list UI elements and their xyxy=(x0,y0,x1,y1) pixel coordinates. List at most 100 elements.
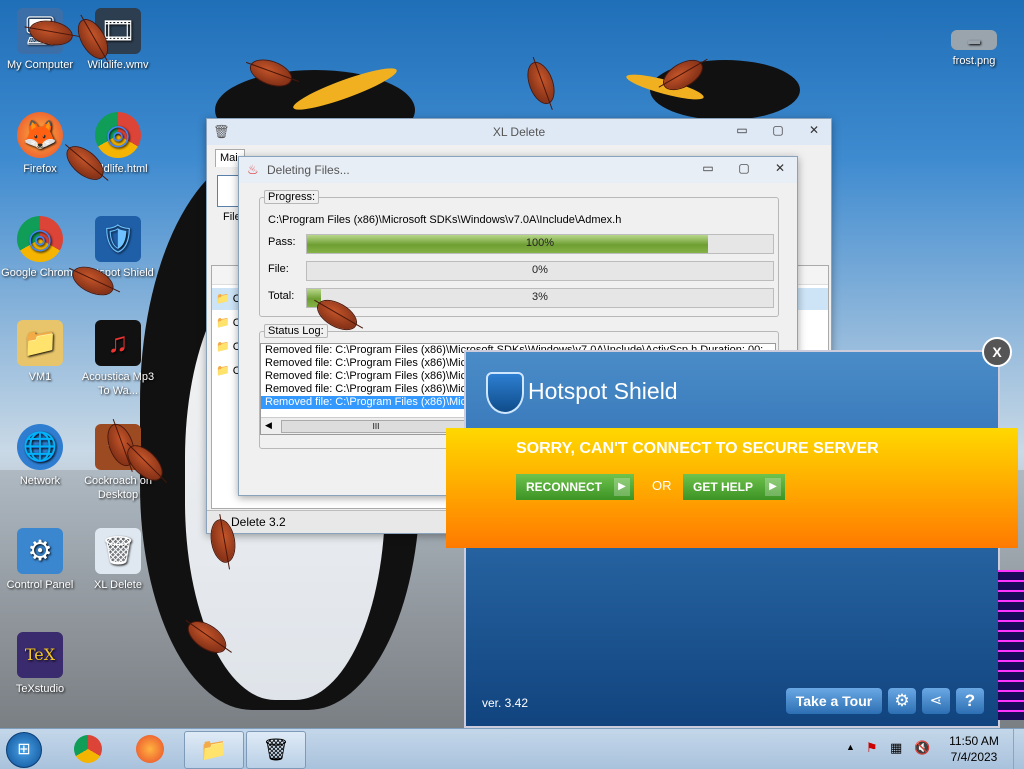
desktop-icon-firefox[interactable]: 🦊 Firefox xyxy=(0,112,80,176)
image-file-icon: ▬ xyxy=(951,30,997,50)
play-arrow-icon: ▶ xyxy=(765,478,781,496)
taskbar-explorer[interactable]: 📁 xyxy=(184,731,244,769)
play-arrow-icon: ▶ xyxy=(614,478,630,496)
popup-close-icon[interactable]: X xyxy=(982,337,1012,367)
network-tray-icon[interactable]: ▦ xyxy=(890,740,902,756)
folder-icon: 📁 xyxy=(17,320,63,366)
reconnect-label: RECONNECT xyxy=(526,480,603,494)
maximize-icon[interactable]: ▢ xyxy=(733,161,755,175)
minimize-icon[interactable]: ▭ xyxy=(731,123,753,137)
list-item[interactable]: 📁 C xyxy=(216,340,241,353)
get-help-button[interactable]: GET HELP ▶ xyxy=(683,474,785,500)
close-icon[interactable]: ✕ xyxy=(803,123,825,137)
current-path: C:\Program Files (x86)\Microsoft SDKs\Wi… xyxy=(268,214,622,226)
dialog-titlebar[interactable]: ♨ Deleting Files... ▭ ▢ ✕ xyxy=(239,157,797,183)
network-icon: 🌐 xyxy=(17,424,63,470)
get-help-label: GET HELP xyxy=(693,480,754,494)
status-text: Delete 3.2 xyxy=(231,515,286,529)
xl-delete-titlebar[interactable]: 🗑 XL Delete ▭ ▢ ✕ xyxy=(207,119,831,145)
folder-icon: 📁 xyxy=(216,293,230,305)
file-progress-bar: 0% xyxy=(306,261,774,281)
close-icon[interactable]: ✕ xyxy=(769,161,791,175)
chrome-icon: ◎ xyxy=(17,216,63,262)
pass-progress-bar: 100% xyxy=(306,234,774,254)
folder-icon: 📁 xyxy=(216,317,230,329)
or-text: OR xyxy=(652,478,672,493)
scroll-thumb[interactable]: III xyxy=(281,420,467,433)
desktop-icon-label: Cockroach on Desktop xyxy=(84,475,152,501)
progress-group: Progress: C:\Program Files (x86)\Microso… xyxy=(259,190,779,317)
audio-app-icon: ♫ xyxy=(95,320,141,366)
progress-legend: Progress: xyxy=(264,190,320,204)
chrome-icon xyxy=(74,735,102,763)
desktop-icon-label: Acoustica Mp3 To Wa... xyxy=(81,371,155,397)
taskbar-firefox[interactable] xyxy=(124,731,176,767)
desktop-icon-frost[interactable]: ▬ frost.png xyxy=(934,30,1014,68)
desktop-icon-vm1[interactable]: 📁 VM1 xyxy=(0,320,80,384)
share-icon[interactable]: ⋖ xyxy=(922,688,950,714)
clock-date: 7/4/2023 xyxy=(950,750,998,764)
list-item[interactable]: 📁 C xyxy=(216,316,241,329)
desktop-icon-control-panel[interactable]: ⚙ Control Panel xyxy=(0,528,80,592)
scroll-left-icon[interactable]: ◀ xyxy=(265,419,272,432)
xl-delete-icon: 🗑 xyxy=(262,737,290,762)
folder-icon: 📁 xyxy=(200,737,228,762)
desktop-icon-label: Firefox xyxy=(23,163,57,175)
desktop-icon-label: VM1 xyxy=(28,371,52,383)
total-label: Total: xyxy=(268,290,295,302)
error-message: SORRY, CAN'T CONNECT TO SECURE SERVER xyxy=(516,440,879,457)
desktop-icon-network[interactable]: 🌐 Network xyxy=(0,424,80,488)
taskbar-chrome[interactable] xyxy=(62,731,114,767)
taskbar-xl-delete[interactable]: 🗑 xyxy=(246,731,306,769)
xl-delete-icon: 🗑 xyxy=(95,528,141,574)
help-icon[interactable]: ? xyxy=(956,688,984,714)
hotspot-header: Hotspot Shield xyxy=(466,352,998,430)
pass-label: Pass: xyxy=(268,236,296,248)
desktop: 🖥 My Computer 🎞 Wildlife.wmv 🦊 Firefox ◎… xyxy=(0,0,1024,728)
brand-name: Hotspot Shield xyxy=(528,378,678,404)
show-desktop-button[interactable] xyxy=(1013,729,1024,769)
desktop-icon-label: frost.png xyxy=(952,55,996,67)
firefox-icon xyxy=(136,735,164,763)
desktop-icon-texstudio[interactable]: TeX TeXstudio xyxy=(0,632,80,696)
clock-time: 11:50 AM xyxy=(949,734,999,748)
shield-icon: 🛡 xyxy=(95,216,141,262)
reconnect-button[interactable]: RECONNECT ▶ xyxy=(516,474,634,500)
error-banner: SORRY, CAN'T CONNECT TO SECURE SERVER RE… xyxy=(446,428,1018,548)
cockroach-sprite xyxy=(523,59,559,107)
shield-logo-icon xyxy=(486,372,524,414)
desktop-icon-label: Wildlife.wmv xyxy=(87,59,149,71)
minimize-icon[interactable]: ▭ xyxy=(697,161,719,175)
flame-icon: ♨ xyxy=(247,162,259,177)
status-log-legend: Status Log: xyxy=(264,324,328,338)
folder-icon: 📁 xyxy=(216,365,230,377)
action-center-icon[interactable]: ⚑ xyxy=(866,740,878,756)
folder-icon: 📁 xyxy=(216,341,230,353)
file-progress-text: 0% xyxy=(532,264,548,276)
desktop-icon-label: XL Delete xyxy=(94,579,142,591)
desktop-icon-label: My Computer xyxy=(6,59,74,71)
desktop-icon-label: Network xyxy=(19,475,61,487)
list-item[interactable]: 📁 C xyxy=(216,364,241,377)
desktop-icon-label: Control Panel xyxy=(6,579,74,591)
clock[interactable]: 11:50 AM 7/4/2023 xyxy=(940,733,1008,765)
texstudio-icon: TeX xyxy=(17,632,63,678)
take-tour-button[interactable]: Take a Tour xyxy=(786,688,882,714)
desktop-icon-google-chrome[interactable]: ◎ Google Chrome xyxy=(0,216,80,280)
desktop-icon-xl-delete[interactable]: 🗑 XL Delete xyxy=(78,528,158,592)
total-progress-text: 3% xyxy=(532,291,548,303)
dialog-title: Deleting Files... xyxy=(267,163,350,177)
desktop-icon-acoustica[interactable]: ♫ Acoustica Mp3 To Wa... xyxy=(78,320,158,398)
tray-expand-icon[interactable]: ▲ xyxy=(846,742,855,752)
volume-muted-icon[interactable]: 🔇 xyxy=(914,740,930,756)
list-item[interactable]: 📁 C xyxy=(216,292,241,305)
desktop-icon-label: TeXstudio xyxy=(15,683,65,695)
control-panel-icon: ⚙ xyxy=(17,528,63,574)
firefox-icon: 🦊 xyxy=(17,112,63,158)
version-text: ver. 3.42 xyxy=(482,696,529,710)
start-button[interactable]: ⊞ xyxy=(6,732,42,768)
total-progress-bar: 3% xyxy=(306,288,774,308)
maximize-icon[interactable]: ▢ xyxy=(767,123,789,137)
settings-gear-icon[interactable]: ⚙ xyxy=(888,688,916,714)
partial-window-edge xyxy=(998,570,1024,720)
